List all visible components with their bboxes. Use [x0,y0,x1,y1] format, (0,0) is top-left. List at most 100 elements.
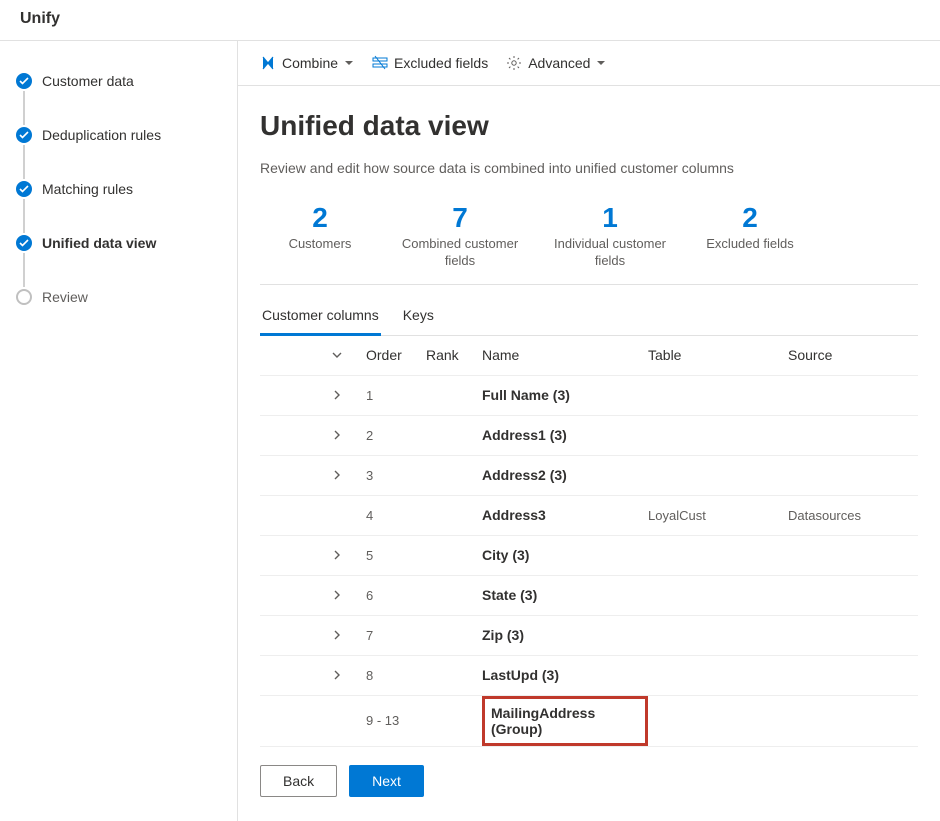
step-label: Deduplication rules [42,127,161,143]
chevron-down-icon [596,58,606,68]
row-order: 9 - 13 [366,713,426,728]
tab-customer-columns[interactable]: Customer columns [260,299,381,336]
combine-icon [260,55,276,71]
next-button[interactable]: Next [349,765,424,797]
col-order: Order [366,347,426,363]
stat-card: 2Customers [260,202,380,270]
main-content: Combine Excluded fields Advanced Unified… [238,41,940,821]
row-source: Datasources [788,508,918,523]
excluded-fields-button[interactable]: Excluded fields [372,55,488,71]
row-name: Full Name (3) [482,387,648,403]
advanced-menu[interactable]: Advanced [506,55,606,71]
row-table: LoyalCust [648,508,788,523]
wizard-step[interactable]: Deduplication rules [16,119,229,151]
expand-row[interactable] [308,629,366,641]
stat-value: 2 [690,202,810,234]
col-rank: Rank [426,347,482,363]
stat-label: Combined customer fields [390,236,530,270]
table-row[interactable]: 4Address3LoyalCustDatasources [260,496,918,536]
chevron-right-icon [331,469,343,481]
row-order: 6 [366,588,426,603]
chevron-right-icon [331,549,343,561]
step-label: Matching rules [42,181,133,197]
row-name: Address3 [482,507,648,523]
excluded-icon [372,55,388,71]
step-label: Unified data view [42,235,156,251]
expand-row[interactable] [308,469,366,481]
table-row[interactable]: 5City (3) [260,536,918,576]
row-order: 8 [366,668,426,683]
wizard-step[interactable]: Customer data [16,65,229,97]
app-title: Unify [20,10,60,27]
columns-table: Order Rank Name Table Source 1 Full Name … [260,336,918,747]
stat-value: 7 [390,202,530,234]
check-icon [16,127,32,143]
wizard-step[interactable]: Review [16,281,229,313]
expand-row[interactable] [308,429,366,441]
chevron-right-icon [331,429,343,441]
table-header-row: Order Rank Name Table Source [260,336,918,376]
stat-card: 2 Excluded fields [690,202,810,270]
gear-icon [506,55,522,71]
stat-value: 2 [260,202,380,234]
wizard-step[interactable]: Matching rules [16,173,229,205]
col-source: Source [788,347,918,363]
check-icon [16,73,32,89]
table-row[interactable]: 2Address1 (3) [260,416,918,456]
step-label: Customer data [42,73,134,89]
wizard-step[interactable]: Unified data view [16,227,229,259]
combine-menu[interactable]: Combine [260,55,354,71]
combine-label: Combine [282,55,338,71]
chevron-down-icon [344,58,354,68]
expand-row[interactable] [308,549,366,561]
expand-row[interactable] [308,589,366,601]
row-name: State (3) [482,587,648,603]
table-row[interactable]: 3 Address2 (3) [260,456,918,496]
step-label: Review [42,289,88,305]
stat-label: Individual customer fields [540,236,680,270]
page-description: Review and edit how source data is combi… [260,160,918,176]
row-name: MailingAddress (Group) [491,705,595,737]
row-order: 1 [366,388,426,403]
page-title: Unified data view [260,110,918,142]
table-row[interactable]: 1 Full Name (3) [260,376,918,416]
chevron-right-icon [331,669,343,681]
back-label: Back [283,773,314,789]
row-name: Address1 (3) [482,427,648,443]
tabs: Customer columns Keys [260,299,918,336]
next-label: Next [372,773,401,789]
chevron-right-icon [331,629,343,641]
stat-card: 1Individual customer fields [540,202,680,270]
chevron-down-icon [331,349,343,361]
table-row[interactable]: 7 Zip (3) [260,616,918,656]
stats-row: 2Customers7Combined customer fields1Indi… [260,194,918,285]
expand-row[interactable] [308,389,366,401]
stat-card: 7Combined customer fields [390,202,530,270]
expand-row[interactable] [308,669,366,681]
table-row[interactable]: 6 State (3) [260,576,918,616]
row-order: 7 [366,628,426,643]
tab-keys[interactable]: Keys [401,299,436,336]
stat-label: Excluded fields [690,236,810,253]
advanced-label: Advanced [528,55,590,71]
tab-label: Keys [403,307,434,323]
row-name: LastUpd (3) [482,667,648,683]
chevron-right-icon [331,589,343,601]
footer-buttons: Back Next [238,747,940,797]
table-row[interactable]: 9 - 13 MailingAddress (Group) [260,696,918,747]
chevron-right-icon [331,389,343,401]
table-row[interactable]: 8 LastUpd (3) [260,656,918,696]
row-name: City (3) [482,547,648,563]
col-name: Name [482,347,648,363]
check-icon [16,235,32,251]
excluded-label: Excluded fields [394,55,488,71]
toolbar: Combine Excluded fields Advanced [238,41,940,86]
check-icon [16,181,32,197]
row-name: Zip (3) [482,627,648,643]
app-header: Unify [0,0,940,41]
sort-control[interactable] [308,349,366,361]
tab-label: Customer columns [262,307,379,323]
row-order: 3 [366,468,426,483]
back-button[interactable]: Back [260,765,337,797]
row-name: Address2 (3) [482,467,648,483]
